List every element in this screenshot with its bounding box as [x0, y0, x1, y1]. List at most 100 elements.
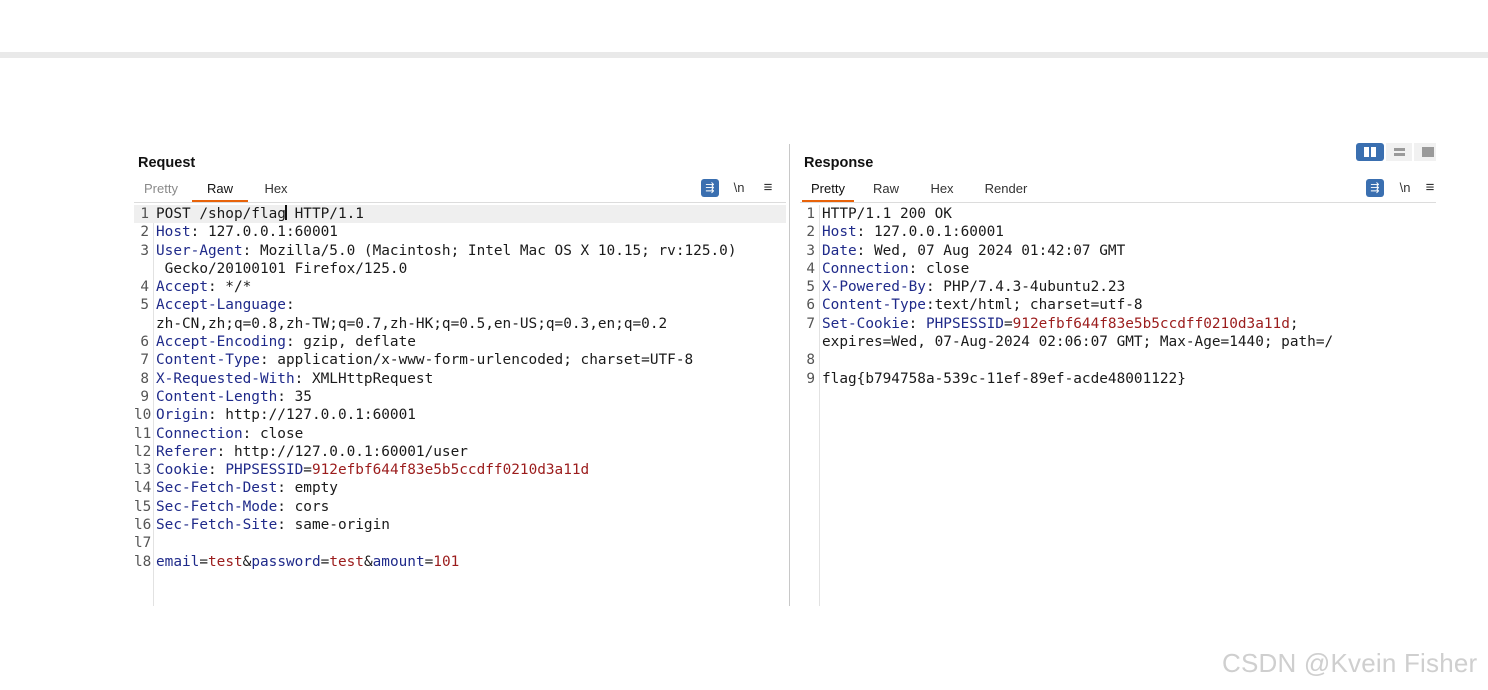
- header-key: password: [251, 553, 321, 570]
- tab-hex[interactable]: Hex: [922, 178, 962, 200]
- line-text: Gecko/20100101 Firefox/125.0: [156, 260, 408, 278]
- newline-toggle-icon[interactable]: \n: [728, 179, 750, 197]
- line-text: Content-Type: application/x-www-form-url…: [156, 351, 693, 369]
- header-key: User-Agent: [156, 242, 243, 259]
- code-text: : 127.0.0.1:60001: [190, 224, 338, 241]
- tab-pretty[interactable]: Pretty: [802, 178, 854, 202]
- header-key: Sec-Fetch-Site: [156, 517, 278, 534]
- code-line[interactable]: 1 HTTP/1.1 200 OK: [800, 205, 1436, 223]
- line-number: l3: [134, 462, 152, 479]
- header-key: PHPSESSID: [925, 315, 1004, 332]
- tab-hex[interactable]: Hex: [256, 178, 296, 200]
- line-number: 9: [140, 388, 149, 405]
- response-title: Response: [804, 155, 874, 171]
- code-text: =: [1003, 315, 1013, 332]
- code-line[interactable]: 7 Content-Type: application/x-www-form-ur…: [134, 351, 786, 369]
- code-line[interactable]: 6 Accept-Encoding: gzip, deflate: [134, 333, 786, 351]
- code-line[interactable]: expires=Wed, 07-Aug-2024 02:06:07 GMT; M…: [800, 333, 1436, 351]
- code-text: :: [285, 297, 295, 314]
- code-line[interactable]: l5 Sec-Fetch-Mode: cors: [134, 498, 786, 516]
- code-line[interactable]: 8: [800, 351, 1436, 369]
- code-line[interactable]: l4 Sec-Fetch-Dest: empty: [134, 479, 786, 497]
- header-key: Accept: [156, 279, 208, 296]
- line-number: 3: [806, 242, 815, 259]
- wrap-lines-icon[interactable]: ⇶: [701, 179, 719, 197]
- line-number: l5: [134, 498, 152, 515]
- line-number: 2: [806, 224, 815, 241]
- code-line[interactable]: 5 X-Powered-By: PHP/7.4.3-4ubuntu2.23: [800, 278, 1436, 296]
- code-text: : Mozilla/5.0 (Macintosh; Intel Mac OS X…: [242, 242, 737, 259]
- newline-toggle-icon[interactable]: \n: [1394, 179, 1416, 197]
- code-text: : http://127.0.0.1:60001/user: [216, 443, 468, 460]
- code-line[interactable]: 9 flag{b794758a-539c-11ef-89ef-acde480011…: [800, 370, 1436, 388]
- line-number: 2: [140, 224, 149, 241]
- line-number: 7: [806, 315, 815, 332]
- response-editor[interactable]: 1 HTTP/1.1 200 OK 2 Host: 127.0.0.1:60001 3 D…: [800, 205, 1436, 606]
- tab-raw[interactable]: Raw: [866, 178, 906, 200]
- code-line[interactable]: l7: [134, 534, 786, 552]
- line-text: Connection: close: [822, 260, 969, 278]
- code-line[interactable]: 1 POST /shop/flag HTTP/1.1: [134, 205, 786, 224]
- param-value: test: [329, 553, 364, 570]
- code-text: =: [320, 553, 330, 570]
- header-key: amount: [372, 553, 425, 570]
- param-value: 912efbf644f83e5b5ccdff0210d3a11d: [311, 462, 590, 479]
- request-title: Request: [138, 155, 196, 171]
- line-text: Date: Wed, 07 Aug 2024 01:42:07 GMT: [822, 242, 1125, 260]
- code-line[interactable]: zh-CN,zh;q=0.8,zh-TW;q=0.7,zh-HK;q=0.5,e…: [134, 315, 786, 333]
- code-text: : XMLHttpRequest: [294, 370, 434, 387]
- menu-icon[interactable]: ≡: [1424, 179, 1436, 197]
- header-key: X-Requested-With: [156, 370, 295, 387]
- code-text: POST /shop/flag: [156, 206, 286, 222]
- code-text: : application/x-www-form-urlencoded; cha…: [259, 352, 694, 369]
- code-line[interactable]: 3 User-Agent: Mozilla/5.0 (Macintosh; Int…: [134, 242, 786, 260]
- line-text: User-Agent: Mozilla/5.0 (Macintosh; Inte…: [156, 242, 736, 260]
- line-number: 5: [806, 279, 815, 296]
- header-key: email: [156, 553, 200, 570]
- code-text: : close: [908, 260, 970, 277]
- request-editor[interactable]: 1 POST /shop/flag HTTP/1.1 2 Host: 127.0.0.…: [134, 205, 786, 606]
- tab-pretty[interactable]: Pretty: [136, 178, 186, 200]
- code-line[interactable]: 7 Set-Cookie: PHPSESSID=912efbf644f83e5b5…: [800, 315, 1436, 333]
- code-line[interactable]: 4 Connection: close: [800, 260, 1436, 278]
- code-line[interactable]: 4 Accept: */*: [134, 278, 786, 296]
- header-key: Content-Length: [156, 388, 278, 405]
- line-text: Accept: */*: [156, 278, 251, 296]
- code-line[interactable]: 8 X-Requested-With: XMLHttpRequest: [134, 370, 786, 388]
- code-text: ;: [1289, 315, 1299, 332]
- code-line[interactable]: 5 Accept-Language:: [134, 296, 786, 314]
- code-line[interactable]: l6 Sec-Fetch-Site: same-origin: [134, 516, 786, 534]
- code-line[interactable]: 2 Host: 127.0.0.1:60001: [800, 223, 1436, 241]
- wrap-lines-icon[interactable]: ⇶: [1366, 179, 1384, 197]
- line-number: 5: [140, 297, 149, 314]
- line-text: Connection: close: [156, 425, 303, 443]
- code-line[interactable]: l2 Referer: http://127.0.0.1:60001/user: [134, 443, 786, 461]
- header-key: Origin: [156, 407, 208, 424]
- code-line[interactable]: l8 email=test&password=test&amount=101: [134, 553, 786, 571]
- code-text: HTTP/1.1 200 OK: [822, 206, 952, 222]
- panel-splitter[interactable]: [789, 144, 790, 606]
- line-text: Content-Length: 35: [156, 388, 312, 406]
- code-text: : */*: [207, 279, 252, 296]
- code-line[interactable]: 3 Date: Wed, 07 Aug 2024 01:42:07 GMT: [800, 242, 1436, 260]
- code-text: =: [424, 553, 434, 570]
- line-text: Origin: http://127.0.0.1:60001: [156, 406, 416, 424]
- code-line[interactable]: Gecko/20100101 Firefox/125.0: [134, 260, 786, 278]
- code-text: Gecko/20100101 Firefox/125.0: [156, 260, 408, 277]
- header-key: Content-Type: [156, 352, 260, 369]
- code-line[interactable]: 2 Host: 127.0.0.1:60001: [134, 223, 786, 241]
- code-line[interactable]: l3 Cookie: PHPSESSID=912efbf644f83e5b5ccd…: [134, 461, 786, 479]
- header-key: Set-Cookie: [822, 315, 909, 332]
- menu-icon[interactable]: ≡: [758, 179, 778, 197]
- line-number: 6: [140, 334, 149, 351]
- code-line[interactable]: 9 Content-Length: 35: [134, 388, 786, 406]
- line-number: 1: [806, 206, 815, 222]
- code-line[interactable]: l0 Origin: http://127.0.0.1:60001: [134, 406, 786, 424]
- tab-render[interactable]: Render: [978, 178, 1034, 200]
- line-text: Content-Type:text/html; charset=utf-8: [822, 296, 1143, 314]
- code-line[interactable]: 6 Content-Type:text/html; charset=utf-8: [800, 296, 1436, 314]
- line-text: POST /shop/flag HTTP/1.1: [156, 205, 364, 223]
- code-line[interactable]: l1 Connection: close: [134, 425, 786, 443]
- line-text: email=test&password=test&amount=101: [156, 553, 459, 571]
- tab-raw[interactable]: Raw: [192, 178, 248, 202]
